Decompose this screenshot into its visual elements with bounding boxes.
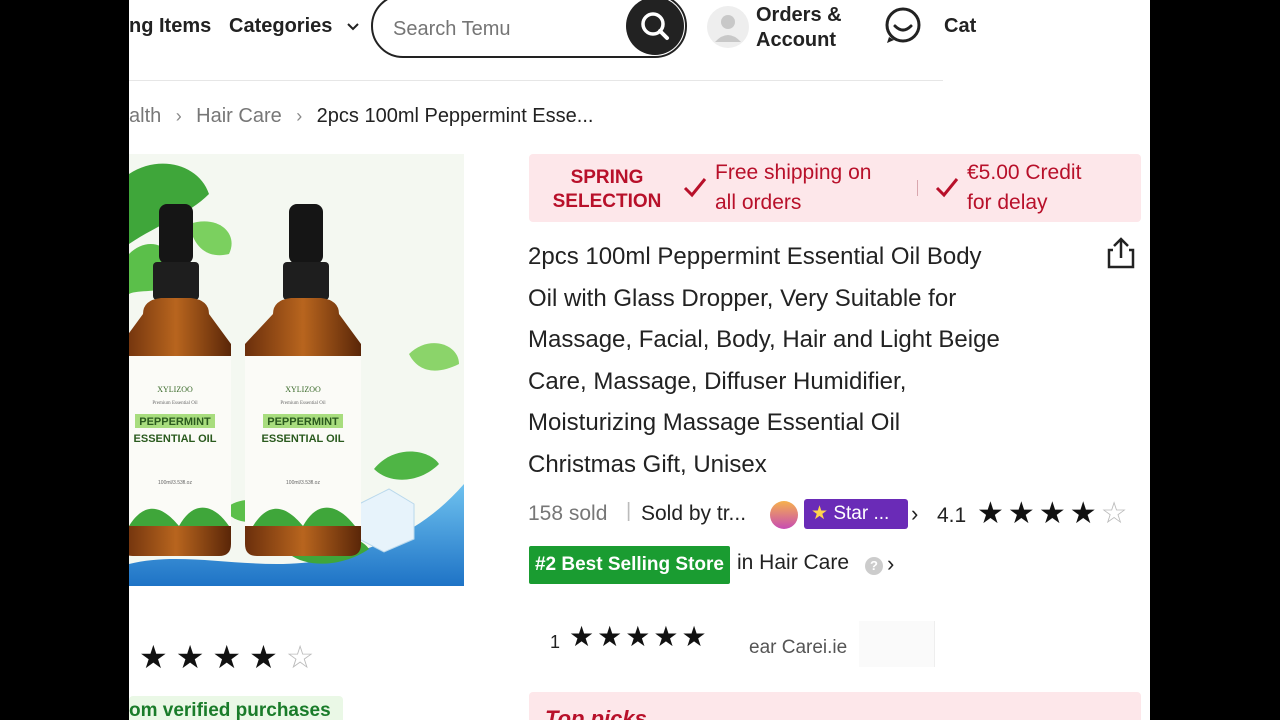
categories-label: Categories: [229, 15, 333, 37]
rating-value: 4.1: [937, 504, 967, 527]
chevron-right-icon[interactable]: ›: [911, 501, 918, 527]
bottle-name-2: ESSENTIAL OIL: [134, 433, 217, 445]
free-shipping-text: Free shipping on all orders: [715, 161, 872, 214]
ghost-lead: 1: [550, 632, 561, 652]
star-filled-icon: ★: [1038, 497, 1066, 530]
store-avatar[interactable]: [770, 501, 798, 529]
rating-stars[interactable]: ★ ★ ★ ★ ☆: [977, 496, 1132, 531]
orders-label: Orders &: [756, 4, 842, 26]
star-filled-icon: ★: [653, 621, 679, 652]
chevron-down-icon: [347, 23, 359, 31]
bottle-sub: Premium Essential Oil: [280, 401, 326, 406]
bottle-name-2: ESSENTIAL OIL: [262, 433, 345, 445]
star-filled-icon: ★: [597, 621, 623, 652]
header-divider: [129, 80, 943, 81]
account-avatar[interactable]: [707, 6, 749, 48]
check-icon: [935, 178, 959, 198]
product-illustration: XYLIZOO Premium Essential Oil PEPPERMINT…: [129, 154, 464, 586]
star-filled-icon: ★: [569, 621, 595, 652]
chevron-right-icon: ›: [296, 106, 303, 126]
cart-link[interactable]: Cat: [944, 15, 976, 38]
nav-item-categories[interactable]: Categories: [229, 15, 360, 38]
bottle-sub: Premium Essential Oil: [152, 401, 198, 406]
bottle-size: 100ml/3.53fl.oz: [158, 480, 192, 486]
star-filled-icon: ★: [1069, 497, 1097, 530]
store-badge-label: Star ...: [833, 503, 890, 524]
user-icon: [715, 15, 741, 42]
breadcrumb-hair-care[interactable]: Hair Care: [196, 105, 282, 127]
spring-selection-label: SPRING SELECTION: [552, 167, 662, 212]
star-filled-icon: ★: [212, 639, 242, 675]
support-button[interactable]: [883, 5, 923, 50]
product-image[interactable]: XYLIZOO Premium Essential Oil PEPPERMINT…: [129, 154, 464, 586]
breadcrumb: alth › Hair Care › 2pcs 100ml Peppermint…: [129, 105, 593, 128]
bottle-brand: XYLIZOO: [157, 385, 193, 394]
bottle-name-1: PEPPERMINT: [267, 416, 339, 428]
orders-account-link[interactable]: Orders & Account: [756, 3, 842, 53]
star-filled-icon: ★: [139, 639, 168, 675]
review-stars[interactable]: ★ ★ ★ ★ ☆: [139, 638, 322, 676]
breadcrumb-current: 2pcs 100ml Peppermint Esse...: [316, 105, 594, 127]
search-icon: [641, 12, 669, 40]
check-icon: [683, 178, 707, 198]
star-empty-icon: ☆: [285, 639, 315, 675]
chat-smile-icon: [885, 7, 921, 43]
bottle-name-1: PEPPERMINT: [139, 416, 211, 428]
search-button[interactable]: [626, 0, 684, 55]
sold-count: 158 sold: [528, 502, 608, 525]
star-filled-icon: ★: [175, 639, 205, 675]
ghost-text: ear Carei.ie: [749, 637, 848, 658]
search-input[interactable]: [391, 14, 615, 44]
nav-item-trending[interactable]: ng Items: [129, 15, 211, 38]
credit-delay-text: €5.00 Credit for delay: [967, 161, 1082, 214]
ghost-box: [859, 621, 935, 667]
star-empty-icon: ☆: [1100, 497, 1128, 530]
star-filled-icon: ★: [249, 639, 278, 675]
search-bar: [371, 0, 687, 58]
verified-purchases-label: om verified purchases: [129, 696, 343, 720]
sold-divider: |: [626, 500, 632, 522]
star-filled-icon: ★: [625, 621, 651, 652]
chevron-right-icon[interactable]: ›: [887, 551, 894, 577]
top-picks-label: Top picks: [545, 706, 647, 720]
best-selling-badge[interactable]: #2 Best Selling Store: [529, 546, 730, 584]
help-icon[interactable]: ?: [865, 557, 883, 575]
promo-banner: SPRING SELECTION Free shipping on all or…: [529, 154, 1141, 222]
sold-by[interactable]: Sold by tr...: [641, 502, 746, 526]
star-badge-icon: ★: [811, 503, 829, 524]
ghost-stars: ★ ★ ★ ★ ★: [569, 620, 710, 653]
product-title: 2pcs 100ml Peppermint Essential Oil Body…: [528, 243, 1000, 478]
store-badge[interactable]: ★ Star ...: [804, 499, 908, 529]
star-filled-icon: ★: [681, 621, 707, 652]
share-icon[interactable]: [1104, 236, 1138, 270]
best-selling-category: in Hair Care: [737, 551, 850, 574]
chevron-right-icon: ›: [175, 106, 182, 126]
star-filled-icon: ★: [1007, 497, 1035, 530]
bottle-brand: XYLIZOO: [285, 385, 321, 394]
page: ng Items Categories Orders & Account Cat…: [129, 0, 1150, 720]
top-picks-banner: Top picks: [529, 692, 1141, 720]
star-filled-icon: ★: [977, 497, 1004, 530]
bottle-size: 100ml/3.53fl.oz: [286, 480, 320, 486]
account-label: Account: [756, 29, 836, 51]
banner-divider: [917, 180, 918, 196]
breadcrumb-health[interactable]: alth: [129, 105, 161, 127]
